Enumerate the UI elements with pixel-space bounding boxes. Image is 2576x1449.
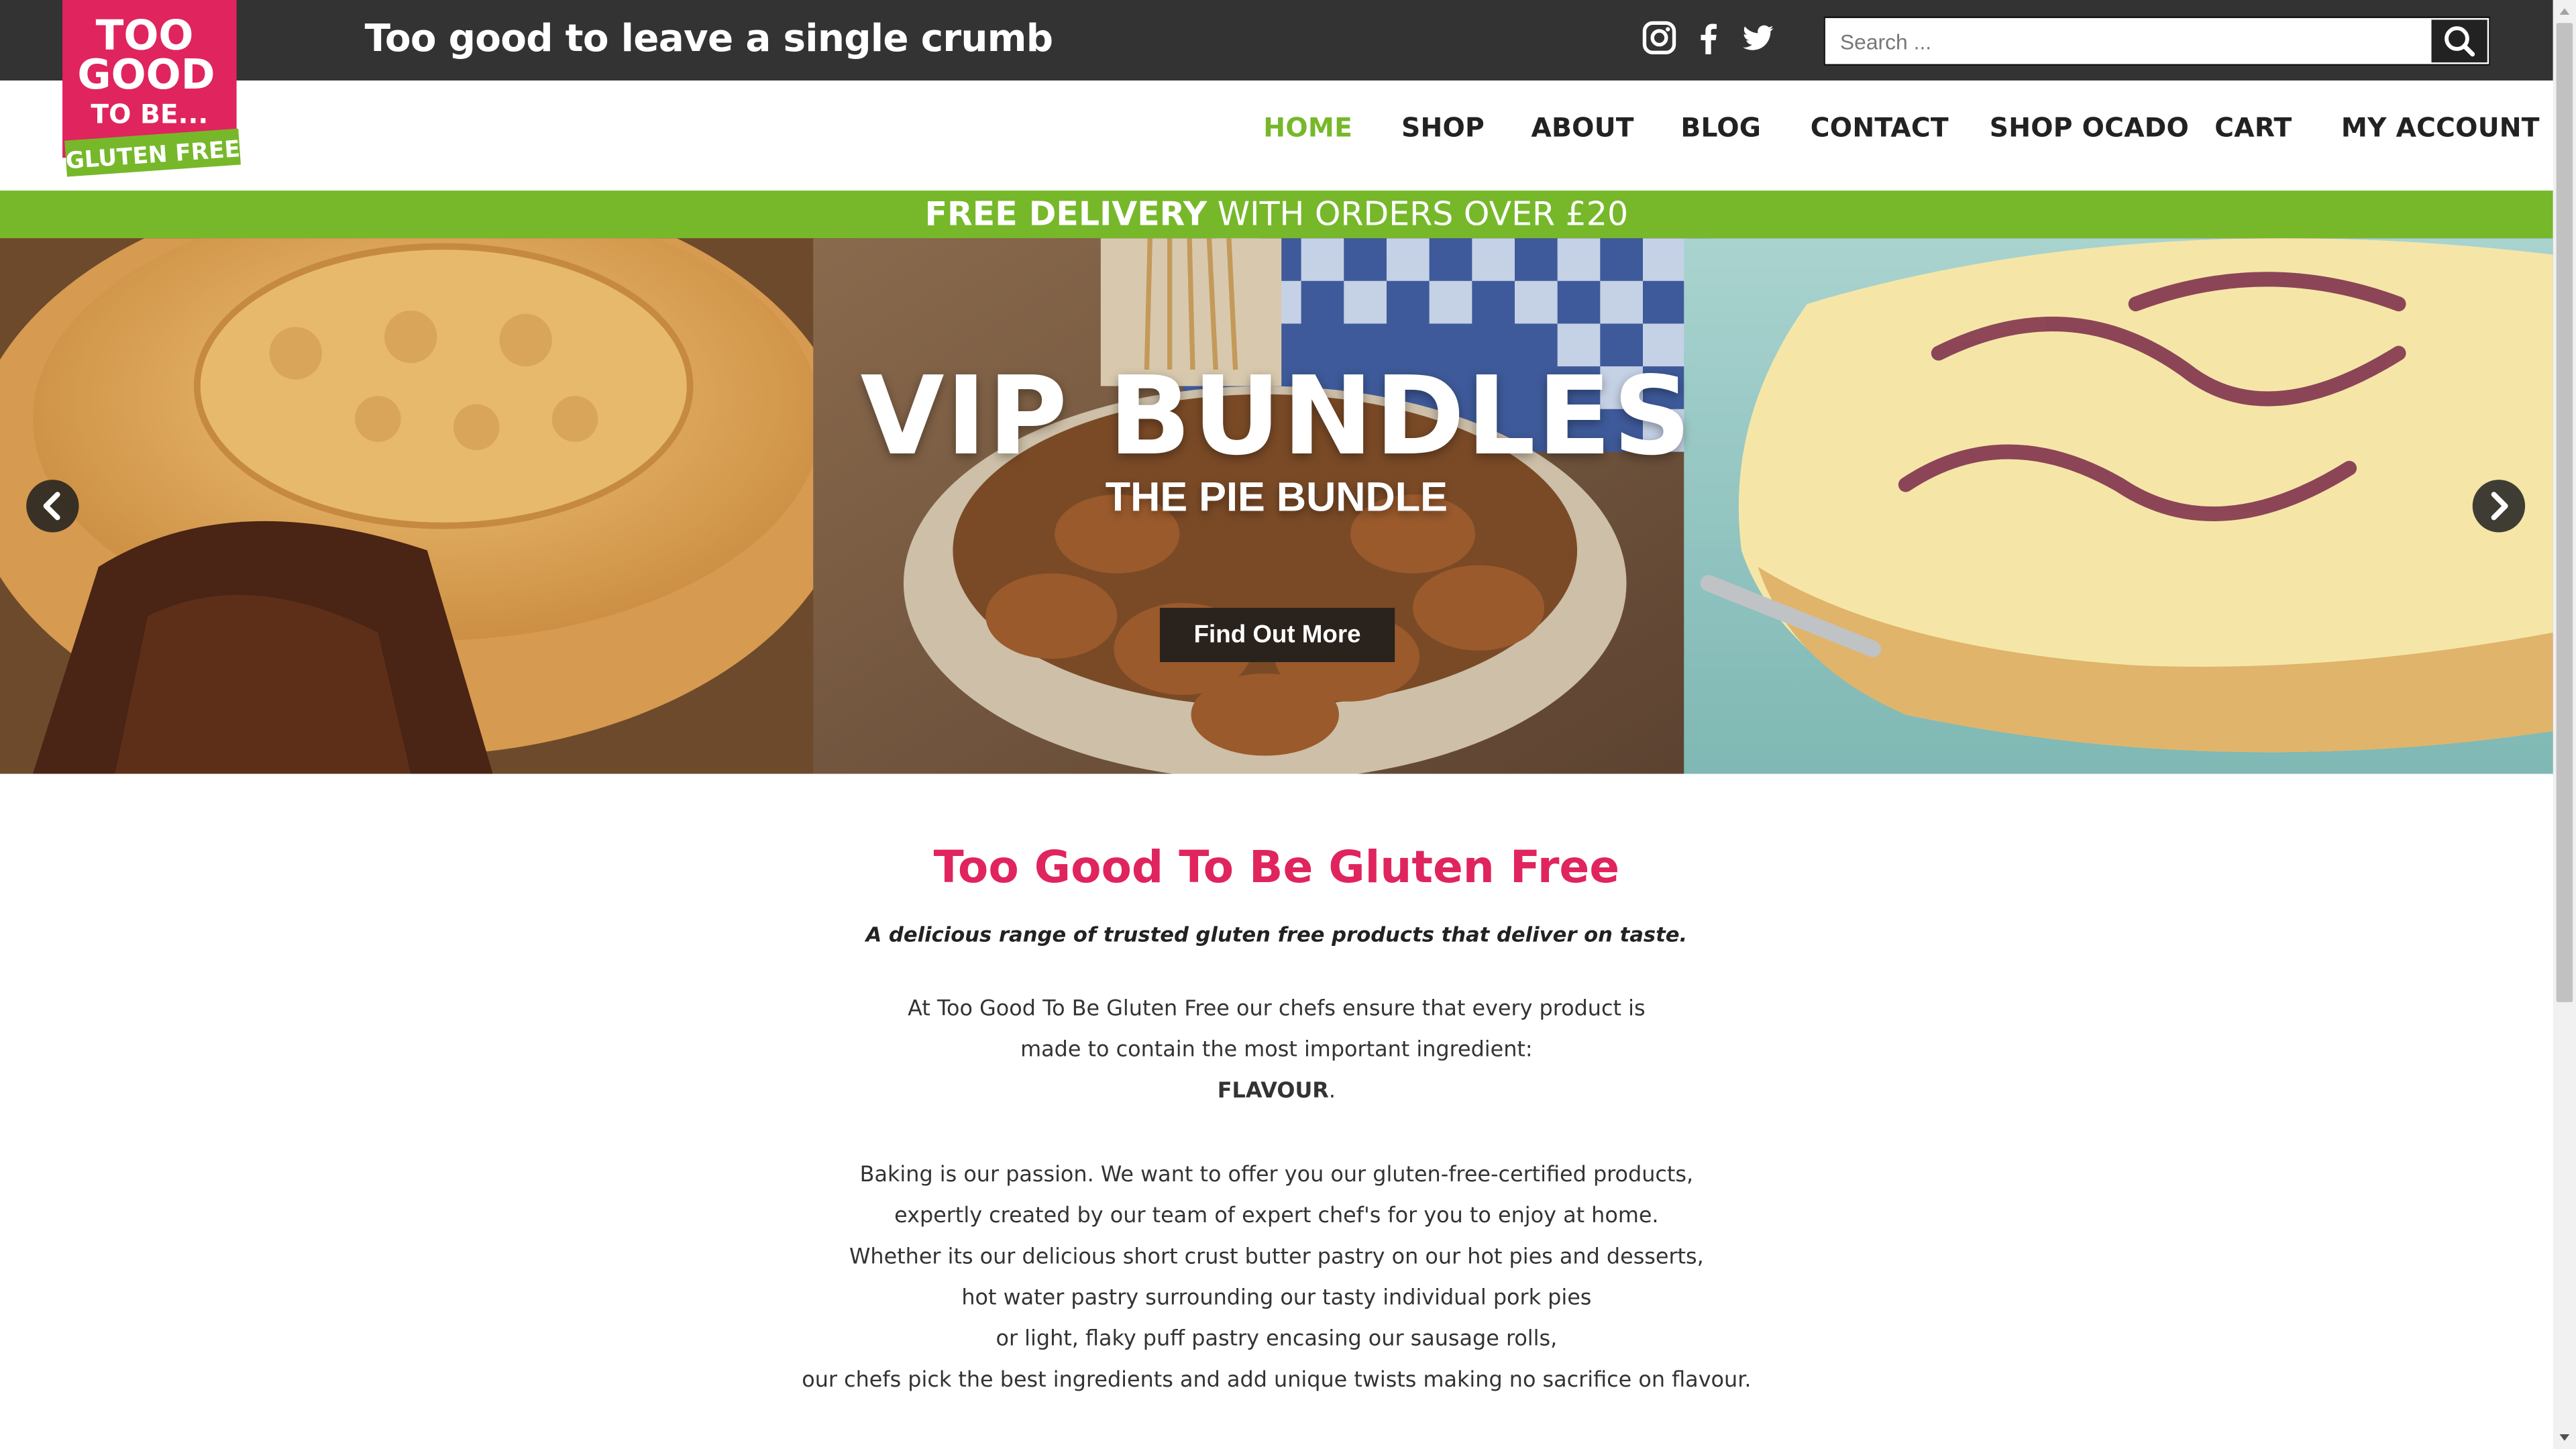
top-bar: Too good to leave a single crumb: [0, 0, 2553, 81]
search-box: [1823, 16, 2491, 66]
nav-about[interactable]: ABOUT: [1531, 112, 1633, 144]
delivery-banner: FREE DELIVERY WITH ORDERS OVER £20: [0, 191, 2553, 239]
hero-slider: VIP BUNDLES THE PIE BUNDLE Find Out More: [0, 238, 2553, 774]
nav-shop-ocado[interactable]: SHOP OCADO: [1990, 112, 2189, 144]
delivery-rest: WITH ORDERS OVER £20: [1207, 193, 1629, 233]
slider-next-button[interactable]: [2472, 480, 2526, 533]
main-nav: HOME SHOP ABOUT BLOG CONTACT SHOP OCADO …: [0, 80, 2553, 191]
nav-contact[interactable]: CONTACT: [1811, 112, 1949, 144]
search-input[interactable]: [1825, 17, 2433, 64]
page-scrollbar[interactable]: [2553, 0, 2576, 1449]
instagram-icon[interactable]: [1642, 19, 1678, 56]
logo-line-2: GOOD: [77, 51, 215, 99]
chevron-left-icon: [43, 492, 60, 521]
site-tagline: Too good to leave a single crumb: [364, 17, 1053, 61]
scroll-down-icon[interactable]: [2553, 1426, 2576, 1449]
page-heading: Too Good To Be Gluten Free: [933, 843, 1620, 894]
intro-line-2: made to contain the most important ingre…: [1020, 1038, 1533, 1063]
search-icon: [2445, 26, 2475, 57]
passion-line-4: hot water pastry surrounding our tasty i…: [961, 1286, 1592, 1311]
nav-home[interactable]: HOME: [1263, 112, 1352, 144]
intro-line-1: At Too Good To Be Gluten Free our chefs …: [908, 997, 1646, 1022]
nav-blog[interactable]: BLOG: [1680, 112, 1761, 144]
passion-line-2: expertly created by our team of expert c…: [894, 1204, 1659, 1229]
hero-subtitle: THE PIE BUNDLE: [1105, 474, 1448, 521]
hero-title: VIP BUNDLES: [860, 353, 1693, 480]
logo-line-3: TO BE...: [91, 100, 208, 130]
passion-line-6: our chefs pick the best ingredients and …: [802, 1368, 1752, 1393]
nav-my-account[interactable]: MY ACCOUNT: [2341, 112, 2540, 144]
passion-line-3: Whether its our delicious short crust bu…: [849, 1245, 1704, 1271]
nav-shop[interactable]: SHOP: [1401, 112, 1485, 144]
search-button[interactable]: [2431, 19, 2487, 63]
facebook-icon[interactable]: [1690, 19, 1727, 56]
site-logo[interactable]: TOO GOOD TO BE... GLUTEN FREE: [59, 0, 243, 184]
scroll-up-icon[interactable]: [2553, 0, 2576, 23]
nav-cart[interactable]: CART: [2214, 112, 2292, 144]
twitter-icon[interactable]: [1739, 19, 1776, 56]
intro-line-3: FLAVOUR.: [0, 1079, 2553, 1104]
scrollbar-thumb[interactable]: [2556, 23, 2573, 1002]
chevron-right-icon: [2491, 492, 2508, 521]
find-out-more-button[interactable]: Find Out More: [1159, 608, 1395, 662]
passion-line-1: Baking is our passion. We want to offer …: [859, 1163, 1694, 1188]
intro-line-3-end: .: [1328, 1079, 1336, 1104]
intro-lead: A delicious range of trusted gluten free…: [865, 921, 1688, 947]
flavour-word: FLAVOUR: [1217, 1079, 1329, 1104]
passion-line-5: or light, flaky puff pastry encasing our…: [996, 1327, 1558, 1352]
delivery-bold: FREE DELIVERY: [924, 193, 1208, 233]
slider-prev-button[interactable]: [26, 480, 79, 533]
